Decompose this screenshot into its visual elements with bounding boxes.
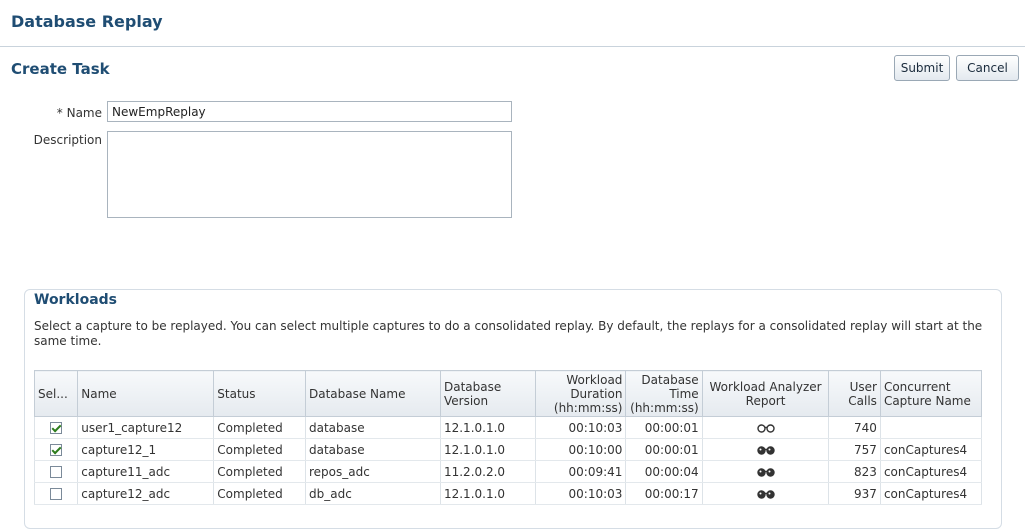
cell-user-calls: 757 [828,438,881,461]
cell-concurrent-capture: conCaptures4 [880,460,983,483]
cell-database-version: 11.2.0.2.0 [440,460,536,483]
name-label-text: Name [66,106,102,120]
row-select-checkbox[interactable] [50,444,62,456]
column-header-select[interactable]: Sel... [33,370,79,417]
column-header-status[interactable]: Status [213,370,306,417]
page-title: Create Task [11,60,110,78]
column-header-concurrent-capture[interactable]: Concurrent Capture Name [879,370,983,417]
cell-database-time: 00:00:04 [625,460,703,483]
cell-status: Completed [213,460,306,483]
workloads-title: Workloads [34,292,117,308]
row-select-checkbox[interactable] [50,488,62,500]
table-row[interactable]: capture12_adc Completed db_adc 12.1.0.1.0 00… [33,482,983,505]
table-row[interactable]: user1_capture12 Completed database 12.1.0.1… [33,416,983,439]
workloads-table: Sel... Name Status Database Name Databas… [33,370,983,505]
column-header-user-calls[interactable]: User Calls [828,370,881,417]
cell-database-name: repos_adc [305,460,441,483]
cell-database-time: 00:00:01 [625,416,703,439]
row-select-cell [33,416,79,439]
column-header-database-name[interactable]: Database Name [304,370,441,417]
glasses-icon[interactable] [756,443,775,457]
cell-workload-duration: 00:10:00 [535,438,627,461]
cell-workload-duration: 00:10:03 [535,416,627,439]
table-row[interactable]: capture12_1 Completed database 12.1.0.1.0 00… [33,438,983,461]
cell-database-version: 12.1.0.1.0 [440,482,536,505]
cell-database-name: db_adc [305,482,441,505]
cancel-button[interactable]: Cancel [956,55,1019,81]
row-select-cell [33,460,79,483]
required-marker: * [56,106,67,120]
cell-name: capture12_adc [77,482,215,505]
cell-database-name: database [305,438,441,461]
cell-name: user1_capture12 [77,416,215,439]
cell-workload-duration: 00:09:41 [535,460,627,483]
row-select-checkbox[interactable] [50,422,62,434]
name-label: * Name [30,106,102,120]
column-header-workload-duration[interactable]: Workload Duration (hh:mm:ss) [534,370,627,417]
cell-analyzer-report [702,438,830,461]
glasses-icon[interactable] [756,487,775,501]
column-header-database-time[interactable]: Database Time (hh:mm:ss) [625,370,703,417]
row-select-cell [33,482,79,505]
cell-analyzer-report [702,460,830,483]
cell-analyzer-report [702,416,830,439]
cell-user-calls: 740 [828,416,881,439]
cell-concurrent-capture: conCaptures4 [880,482,983,505]
cell-status: Completed [213,482,306,505]
column-header-database-version[interactable]: Database Version [439,370,536,417]
submit-button[interactable]: Submit [894,55,950,81]
app-title: Database Replay [11,12,163,31]
cell-database-name: database [305,416,441,439]
name-input[interactable] [107,101,512,122]
cell-database-version: 12.1.0.1.0 [440,438,536,461]
cell-analyzer-report [702,482,830,505]
glasses-icon[interactable] [756,465,775,479]
cell-user-calls: 937 [828,482,881,505]
cell-database-version: 12.1.0.1.0 [440,416,536,439]
cell-workload-duration: 00:10:03 [535,482,627,505]
table-header-row: Sel... Name Status Database Name Databas… [33,370,983,417]
cell-status: Completed [213,416,306,439]
cell-concurrent-capture: conCaptures4 [880,438,983,461]
cell-name: capture12_1 [77,438,215,461]
table-row[interactable]: capture11_adc Completed repos_adc 11.2.0.2.… [33,460,983,483]
cell-database-time: 00:00:17 [625,482,703,505]
description-input[interactable] [107,131,512,218]
description-label: Description [33,133,102,147]
row-select-cell [33,438,79,461]
cell-user-calls: 823 [828,460,881,483]
row-select-checkbox[interactable] [50,466,62,478]
workloads-description: Select a capture to be replayed. You can… [34,319,983,348]
cell-concurrent-capture [880,416,983,439]
column-header-analyzer-report[interactable]: Workload Analyzer Report [701,370,830,417]
cell-database-time: 00:00:01 [625,438,703,461]
cell-status: Completed [213,438,306,461]
glasses-outline-icon[interactable] [756,421,775,435]
cell-name: capture11_adc [77,460,215,483]
column-header-name[interactable]: Name [77,370,215,417]
